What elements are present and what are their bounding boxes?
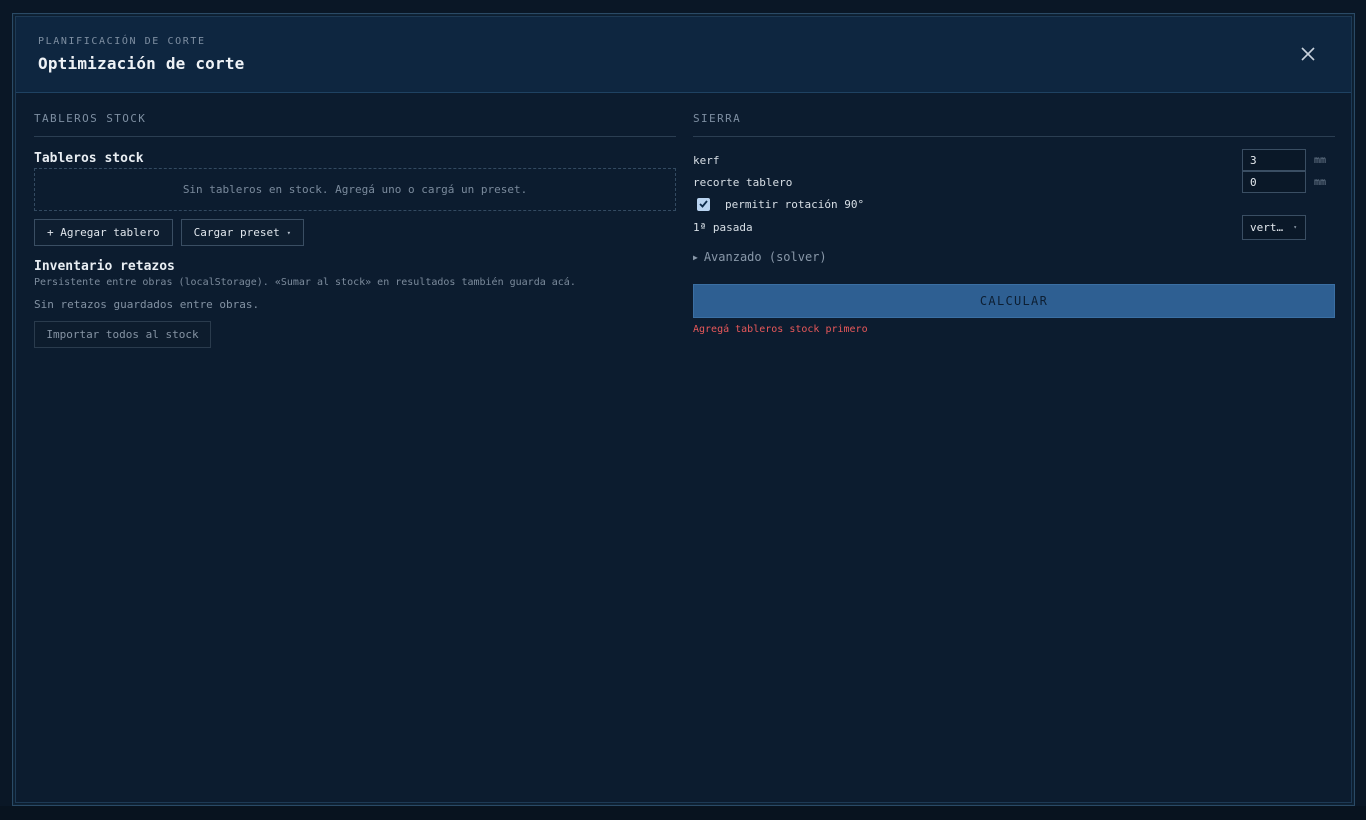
stock-column: TABLEROS STOCK Tableros stock Sin tabler… — [34, 109, 676, 348]
calculate-button[interactable]: CALCULAR — [693, 284, 1335, 318]
advanced-toggle[interactable]: ▶ Avanzado (solver) — [693, 250, 1335, 264]
saw-column: SIERRA kerf 3 mm recorte tablero 0 mm pe… — [693, 109, 1335, 335]
kerf-value: 3 — [1250, 153, 1257, 167]
import-all-label: Importar todos al stock — [46, 328, 199, 341]
advanced-label: Avanzado (solver) — [703, 250, 827, 264]
rotation-checkbox[interactable] — [697, 197, 710, 211]
calculate-label: CALCULAR — [979, 294, 1049, 308]
add-board-label: + Agregar tablero — [47, 226, 160, 239]
trim-label: recorte tablero — [693, 175, 793, 189]
trim-unit: mm — [1314, 176, 1327, 188]
kerf-input[interactable]: 3 — [1242, 149, 1306, 171]
inventory-empty-text: Sin retazos guardados entre obras. — [34, 298, 260, 311]
stock-subtitle: Tableros stock — [34, 151, 144, 166]
dialog-title: Optimización de corte — [38, 54, 245, 73]
inventory-title: Inventario retazos — [34, 259, 175, 274]
cut-optimization-dialog: PLANIFICACIÓN DE CORTE Optimización de c… — [12, 13, 1355, 806]
rotation-row: permitir rotación 90° — [693, 193, 1335, 215]
kerf-row: kerf 3 mm — [693, 149, 1335, 171]
trim-value: 0 — [1250, 175, 1257, 189]
dialog-eyebrow: PLANIFICACIÓN DE CORTE — [38, 36, 206, 47]
import-all-button[interactable]: Importar todos al stock — [34, 321, 211, 348]
background-strip — [0, 806, 1366, 820]
trim-input[interactable]: 0 — [1242, 171, 1306, 193]
inventory-description: Persistente entre obras (localStorage). … — [34, 277, 576, 288]
chevron-down-icon: ▾ — [1293, 224, 1297, 231]
first-pass-label: 1ª pasada — [693, 220, 753, 234]
load-preset-label: Cargar preset — [193, 226, 280, 239]
close-icon[interactable] — [1301, 47, 1315, 61]
first-pass-select[interactable]: vert… ▾ — [1242, 215, 1306, 240]
check-icon — [699, 200, 708, 208]
stock-empty-state: Sin tableros en stock. Agregá uno o carg… — [34, 168, 676, 211]
trim-row: recorte tablero 0 mm — [693, 171, 1335, 193]
dialog-header: PLANIFICACIÓN DE CORTE Optimización de c… — [16, 17, 1351, 93]
stock-actions: + Agregar tablero Cargar preset ▾ — [34, 219, 676, 246]
chevron-down-icon: ▾ — [286, 228, 291, 237]
error-message: Agregá tableros stock primero — [693, 324, 868, 335]
dialog-body: PLANIFICACIÓN DE CORTE Optimización de c… — [15, 16, 1352, 803]
saw-section-title: SIERRA — [693, 109, 1335, 137]
stock-section-title: TABLEROS STOCK — [34, 109, 676, 137]
load-preset-button[interactable]: Cargar preset ▾ — [180, 219, 304, 246]
add-board-button[interactable]: + Agregar tablero — [34, 219, 173, 246]
rotation-label: permitir rotación 90° — [725, 197, 865, 211]
kerf-label: kerf — [693, 153, 720, 167]
kerf-unit: mm — [1314, 154, 1327, 166]
first-pass-value: vert… — [1250, 221, 1284, 234]
first-pass-row: 1ª pasada vert… ▾ — [693, 215, 1335, 240]
stock-empty-text: Sin tableros en stock. Agregá uno o carg… — [182, 183, 528, 196]
triangle-right-icon: ▶ — [693, 252, 698, 262]
